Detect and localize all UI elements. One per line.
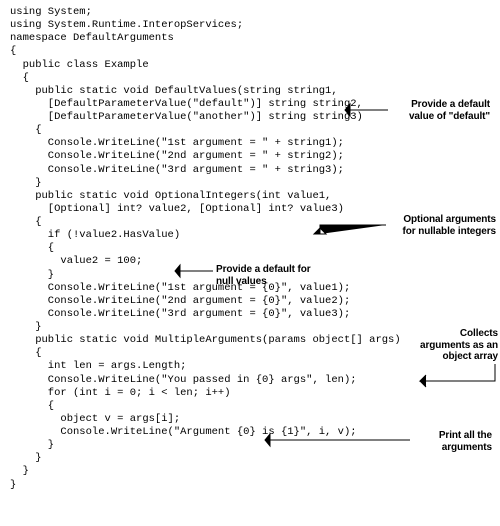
- annot-print-args: Print all the arguments: [412, 430, 492, 453]
- line-14: Console.WriteLine("3rd argument = " + st…: [10, 164, 490, 177]
- line-4: namespace DefaultArguments: [10, 32, 490, 45]
- line-12: Console.WriteLine("1st argument = " + st…: [10, 137, 490, 150]
- line-40: }: [10, 479, 490, 492]
- annot-object-array: Collects arguments as an object array: [410, 328, 498, 363]
- line-2: using System.Runtime.InteropServices;: [10, 19, 490, 32]
- line-25: Console.WriteLine("2nd argument = {0}", …: [10, 295, 490, 308]
- line-39: }: [10, 465, 490, 478]
- annot-optional-integers: Optional arguments for nullable integers: [388, 214, 496, 237]
- line-15: }: [10, 177, 490, 190]
- line-21: {: [10, 242, 490, 255]
- annot-null-default: Provide a default for null values: [216, 264, 326, 287]
- line-6: public class Example: [10, 59, 490, 72]
- line-8: public static void DefaultValues(string …: [10, 85, 490, 98]
- line-17: public static void OptionalIntegers(int …: [10, 190, 490, 203]
- code-figure: using System; using System.Runtime.Inter…: [10, 6, 490, 492]
- line-26: Console.WriteLine("3rd argument = {0}", …: [10, 308, 490, 321]
- line-7: {: [10, 72, 490, 85]
- line-13: Console.WriteLine("2nd argument = " + st…: [10, 150, 490, 163]
- line-1: using System;: [10, 6, 490, 19]
- line-33: for (int i = 0; i < len; i++): [10, 387, 490, 400]
- line-32: Console.WriteLine("You passed in {0} arg…: [10, 374, 490, 387]
- line-34: {: [10, 400, 490, 413]
- annot-default-value: Provide a default value of "default": [390, 99, 490, 122]
- line-35: object v = args[i];: [10, 413, 490, 426]
- line-11: {: [10, 124, 490, 137]
- line-38: }: [10, 452, 490, 465]
- line-5: {: [10, 45, 490, 58]
